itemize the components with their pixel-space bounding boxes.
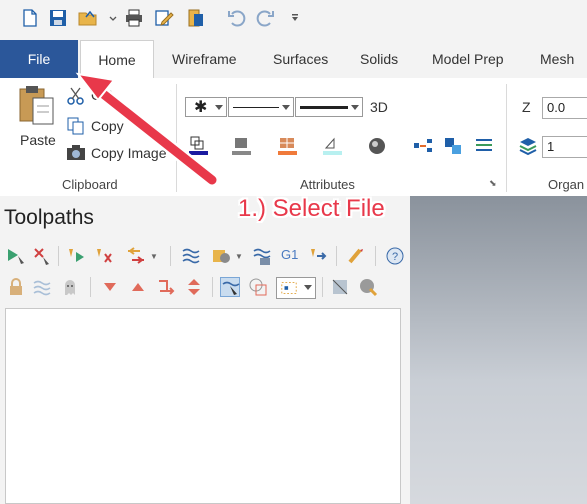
- print-icon[interactable]: [124, 8, 144, 28]
- z-label: Z: [522, 99, 531, 115]
- verify-settings-icon[interactable]: [358, 277, 378, 297]
- ghost-icon[interactable]: [60, 277, 80, 297]
- level-input[interactable]: 1: [542, 136, 587, 158]
- backplot-icon[interactable]: [181, 246, 201, 266]
- move-up-icon[interactable]: [128, 277, 148, 297]
- mode-3d-label[interactable]: 3D: [370, 99, 388, 115]
- scissors-icon: [67, 87, 84, 105]
- redo-icon[interactable]: [256, 8, 276, 28]
- line-style-icon: [233, 107, 279, 108]
- asterisk-icon: ✱: [194, 99, 208, 116]
- insert-arrow-icon[interactable]: [156, 277, 176, 297]
- copy-icon: [67, 117, 84, 135]
- tab-home[interactable]: Home: [80, 40, 154, 80]
- point-style-dropdown[interactable]: ✱: [185, 97, 227, 117]
- panel-title: Toolpaths: [4, 206, 94, 229]
- ribbon: Paste Cut Copy Copy Image Clipboard ✱ 3D: [0, 78, 587, 197]
- line-width-icon: [300, 106, 348, 109]
- tab-surfaces[interactable]: Surfaces: [273, 40, 328, 78]
- cut-button[interactable]: Cut: [66, 86, 126, 106]
- toggle-operations-icon[interactable]: [126, 246, 146, 266]
- lock-icon[interactable]: [6, 277, 26, 297]
- display-options-dropdown[interactable]: [276, 277, 316, 299]
- attribute-manager-icon[interactable]: [474, 136, 494, 156]
- customize-icon[interactable]: [285, 8, 298, 28]
- toolpath-tree[interactable]: [5, 308, 401, 504]
- ribbon-tabs: File Home Wireframe Surfaces Solids Mode…: [0, 40, 587, 80]
- toolpaths-panel: Toolpaths ▼ ▼ G1 ?: [0, 196, 410, 504]
- line-width-dropdown[interactable]: [295, 97, 363, 117]
- new-file-icon[interactable]: [20, 8, 40, 28]
- svg-text:?: ?: [392, 251, 398, 263]
- paste-icon: [19, 86, 54, 125]
- regenerate-dirty-icon[interactable]: [94, 246, 114, 266]
- display-stock-icon[interactable]: [248, 277, 268, 297]
- separator: [176, 84, 177, 192]
- cut-label: Cut: [91, 87, 113, 103]
- stock-model-icon[interactable]: [330, 277, 350, 297]
- copy-button[interactable]: Copy: [66, 116, 136, 136]
- tab-wireframe[interactable]: Wireframe: [172, 40, 237, 78]
- tab-model-prep[interactable]: Model Prep: [432, 40, 504, 78]
- quick-access-toolbar: [0, 0, 587, 40]
- camera-icon: [67, 145, 85, 160]
- deselect-operations-icon[interactable]: [32, 246, 52, 266]
- copy-image-button[interactable]: Copy Image: [66, 142, 170, 164]
- organize-group-label: Organ: [548, 177, 585, 192]
- dashed-box-icon: [281, 282, 297, 294]
- help-icon[interactable]: ?: [385, 246, 405, 266]
- line-style-dropdown[interactable]: [228, 97, 294, 117]
- verify-icon[interactable]: [211, 246, 231, 266]
- z-depth-input[interactable]: 0.0: [542, 97, 587, 119]
- change-attributes-icon[interactable]: [443, 136, 463, 156]
- separator: [506, 84, 507, 192]
- display-toolpaths-icon[interactable]: [220, 277, 240, 297]
- select-all-operations-icon[interactable]: [6, 246, 26, 266]
- color-icon[interactable]: [188, 136, 209, 156]
- clipboard-group-label: Clipboard: [62, 177, 118, 192]
- file-manager-icon[interactable]: [186, 8, 206, 28]
- save-icon[interactable]: [48, 8, 68, 28]
- move-down-icon[interactable]: [100, 277, 120, 297]
- edit-icon[interactable]: [154, 8, 174, 28]
- annotation-callout: 1.) Select File: [238, 195, 385, 222]
- toggle-display-icon[interactable]: [32, 277, 52, 297]
- chevron-down-icon[interactable]: ▼: [150, 252, 158, 261]
- copy-image-label: Copy Image: [91, 145, 167, 161]
- g1-label[interactable]: G1: [281, 247, 298, 262]
- copy-label: Copy: [91, 118, 124, 134]
- tab-file[interactable]: File: [0, 40, 78, 78]
- tab-solids[interactable]: Solids: [360, 40, 398, 78]
- paste-button[interactable]: Paste: [10, 84, 64, 154]
- chevron-down-icon[interactable]: ▼: [235, 252, 243, 261]
- attributes-group-label: Attributes: [300, 177, 355, 192]
- solid-color-icon[interactable]: [231, 136, 252, 156]
- regenerate-icon[interactable]: [66, 246, 86, 266]
- post-selected-icon[interactable]: [308, 246, 328, 266]
- levels-icon: [518, 136, 538, 156]
- tool-manager-icon[interactable]: [346, 246, 366, 266]
- expand-collapse-icon[interactable]: [184, 277, 204, 297]
- graphics-viewport[interactable]: [410, 196, 587, 504]
- wireframe-color-icon[interactable]: [322, 136, 343, 156]
- surface-color-icon[interactable]: [277, 136, 298, 156]
- chevron-down-icon[interactable]: [103, 8, 117, 28]
- dialog-launcher-icon[interactable]: ⬊: [489, 178, 497, 189]
- tab-mesh[interactable]: Mesh: [540, 40, 574, 78]
- paste-label: Paste: [20, 132, 56, 148]
- undo-icon[interactable]: [226, 8, 246, 28]
- set-attributes-icon[interactable]: [413, 136, 433, 156]
- open-folder-icon[interactable]: [78, 8, 98, 28]
- material-icon[interactable]: [367, 136, 387, 156]
- simulate-icon[interactable]: [252, 246, 272, 266]
